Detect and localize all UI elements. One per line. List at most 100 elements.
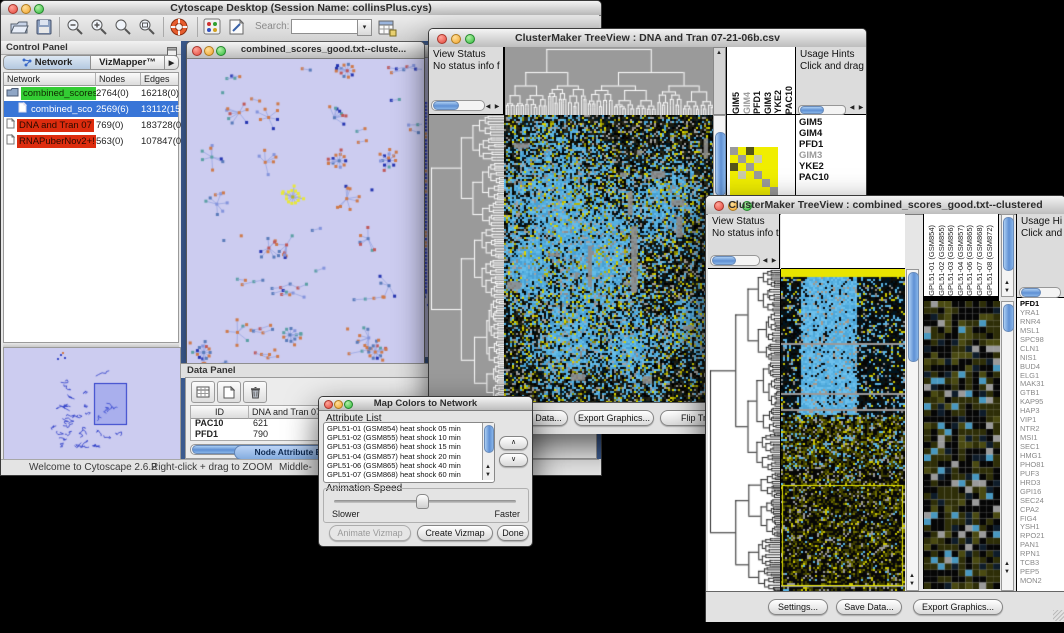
scroll-right-icon[interactable]: ▶: [856, 105, 866, 112]
gene-label: PAN1: [1017, 541, 1064, 550]
col-network[interactable]: Network: [4, 73, 96, 86]
network-row[interactable]: combined_sco2569(6)13112(15): [4, 101, 178, 117]
usage-hints-hscrollbar[interactable]: [1019, 287, 1061, 298]
col-edges[interactable]: Edges: [141, 73, 178, 86]
scroll-right-icon[interactable]: ▶: [769, 258, 779, 265]
scroll-up-icon[interactable]: ▲: [1002, 561, 1012, 568]
network-view-1-canvas[interactable]: [187, 59, 422, 363]
network1-titlebar[interactable]: combined_scores_good.txt--cluste...: [187, 42, 424, 59]
speed-slider-thumb[interactable]: [416, 494, 429, 509]
scroll-down-icon[interactable]: ▼: [907, 581, 917, 588]
scrollbar-thumb[interactable]: [908, 272, 919, 362]
save-data-button[interactable]: Save Data...: [836, 599, 902, 615]
zoom-in-icon[interactable]: [89, 18, 109, 41]
scrollbar-thumb[interactable]: [433, 101, 459, 110]
close-button[interactable]: [192, 46, 202, 56]
export-graphics-button[interactable]: Export Graphics...: [913, 599, 1003, 615]
zoom-button[interactable]: [216, 46, 226, 56]
tab-overflow-button[interactable]: ▶: [165, 55, 179, 70]
network-file-icon: [6, 118, 15, 132]
table-mode-icon[interactable]: [191, 381, 215, 403]
animate-vizmap-button[interactable]: Animate Vizmap: [329, 525, 411, 541]
zoom-fit-icon[interactable]: [113, 18, 133, 41]
move-up-button[interactable]: ∧: [499, 436, 528, 450]
toolbar-separator: [59, 17, 60, 37]
treeview2-row-dendrogram[interactable]: [708, 269, 781, 591]
done-button[interactable]: Done: [497, 525, 529, 541]
tab-vizmapper[interactable]: VizMapper™: [91, 55, 165, 70]
scrollbar-thumb[interactable]: [1003, 217, 1014, 271]
gene-list-vscrollbar[interactable]: ▲ ▼: [1001, 301, 1014, 591]
matrix-cell: [770, 187, 778, 195]
settings-button[interactable]: Settings...: [768, 599, 828, 615]
attribute-item[interactable]: GPL51-01 (GSM854) heat shock 05 min: [324, 424, 482, 433]
move-down-button[interactable]: ∨: [499, 453, 528, 467]
dialog-titlebar[interactable]: Map Colors to Network: [319, 397, 532, 411]
treeview1-heatmap[interactable]: [504, 115, 713, 402]
delete-attribute-icon[interactable]: [243, 381, 267, 403]
scrollbar-thumb[interactable]: [484, 425, 494, 453]
scrollbar-thumb[interactable]: [712, 256, 736, 265]
zoom-selected-icon[interactable]: [137, 18, 157, 41]
attribute-list-vscrollbar[interactable]: ▲ ▼: [482, 423, 494, 480]
network-row[interactable]: DNA and Tran 07769(0)183728(0): [4, 117, 178, 133]
network-row[interactable]: RNAPuberNov2+!563(0)107847(0): [4, 133, 178, 149]
new-attribute-icon[interactable]: [217, 381, 241, 403]
scroll-up-icon[interactable]: ▲: [714, 50, 724, 57]
scrollbar-thumb[interactable]: [715, 132, 726, 196]
search-input[interactable]: [291, 19, 359, 34]
attribute-item[interactable]: GPL51-03 (GSM856) heat shock 15 min: [324, 442, 482, 451]
resize-grip[interactable]: [1053, 610, 1064, 621]
column-label: GPL51-04 (GSM857): [956, 225, 966, 296]
scroll-up-icon[interactable]: ▲: [483, 464, 493, 471]
treeview1-row-dendrogram[interactable]: [429, 115, 504, 402]
tab-network[interactable]: Network: [3, 55, 91, 70]
matrix-cell: [730, 155, 738, 163]
search-dropdown-icon[interactable]: ▾: [357, 19, 372, 36]
treeview2-zoom-heatmap[interactable]: [923, 301, 1000, 589]
open-session-icon[interactable]: [9, 18, 29, 41]
toolbar-separator: [163, 17, 164, 37]
col-nodes[interactable]: Nodes: [96, 73, 141, 86]
attribute-item[interactable]: GPL51-07 (GSM868) heat shock 60 min: [324, 470, 482, 479]
scrollbar-thumb[interactable]: [1021, 288, 1041, 297]
minimize-button[interactable]: [204, 46, 214, 56]
attribute-item[interactable]: GPL51-06 (GSM865) heat shock 40 min: [324, 461, 482, 470]
view-status-hscrollbar[interactable]: [710, 255, 760, 266]
dialog-title: Map Colors to Network: [319, 398, 532, 409]
annotation-icon[interactable]: [227, 18, 246, 41]
treeview2-titlebar[interactable]: ClusterMaker TreeView : combined_scores_…: [706, 196, 1064, 215]
export-graphics-button[interactable]: Export Graphics...: [574, 410, 654, 426]
network-overview-panel[interactable]: [3, 347, 181, 461]
vizmap-icon[interactable]: [203, 18, 222, 41]
usage-hints-title: Usage Hints: [796, 47, 866, 61]
treeview2-vscrollbar[interactable]: ▲ ▼: [906, 269, 919, 591]
scroll-down-icon[interactable]: ▼: [1002, 569, 1012, 576]
view-status-hscrollbar[interactable]: [431, 100, 485, 111]
matrix-cell: [738, 147, 746, 155]
scroll-right-icon[interactable]: ▶: [492, 104, 502, 111]
network-row[interactable]: combined_scores2764(0)16218(0): [4, 85, 178, 101]
usage-hints-text: Click and drag tc: [796, 61, 866, 73]
usage-hints-hscrollbar[interactable]: [798, 105, 846, 115]
table-browser-icon[interactable]: [377, 18, 397, 42]
similarity-matrix[interactable]: [730, 147, 778, 195]
scrollbar-thumb[interactable]: [800, 106, 824, 114]
zoom-out-icon[interactable]: [65, 18, 85, 41]
help-lifering-icon[interactable]: [169, 17, 190, 43]
treeview1-column-dendrogram[interactable]: [504, 47, 714, 115]
scroll-up-icon[interactable]: ▲: [907, 573, 917, 580]
scroll-down-icon[interactable]: ▼: [1002, 288, 1012, 295]
scroll-up-icon[interactable]: ▲: [1002, 280, 1012, 287]
row-label: GIM3: [796, 150, 866, 161]
save-session-icon[interactable]: [35, 18, 53, 41]
attribute-item[interactable]: GPL51-04 (GSM857) heat shock 20 min: [324, 452, 482, 461]
scroll-down-icon[interactable]: ▼: [483, 472, 493, 479]
main-titlebar[interactable]: Cytoscape Desktop (Session Name: collins…: [1, 1, 601, 16]
attribute-item[interactable]: GPL51-02 (GSM855) heat shock 10 min: [324, 433, 482, 442]
create-vizmap-button[interactable]: Create Vizmap: [417, 525, 493, 541]
column-labels-vscrollbar[interactable]: ▲ ▼: [1001, 214, 1014, 297]
treeview2-heatmap[interactable]: [781, 269, 905, 591]
treeview1-titlebar[interactable]: ClusterMaker TreeView : DNA and Tran 07-…: [429, 29, 866, 48]
scrollbar-thumb[interactable]: [1003, 304, 1014, 332]
